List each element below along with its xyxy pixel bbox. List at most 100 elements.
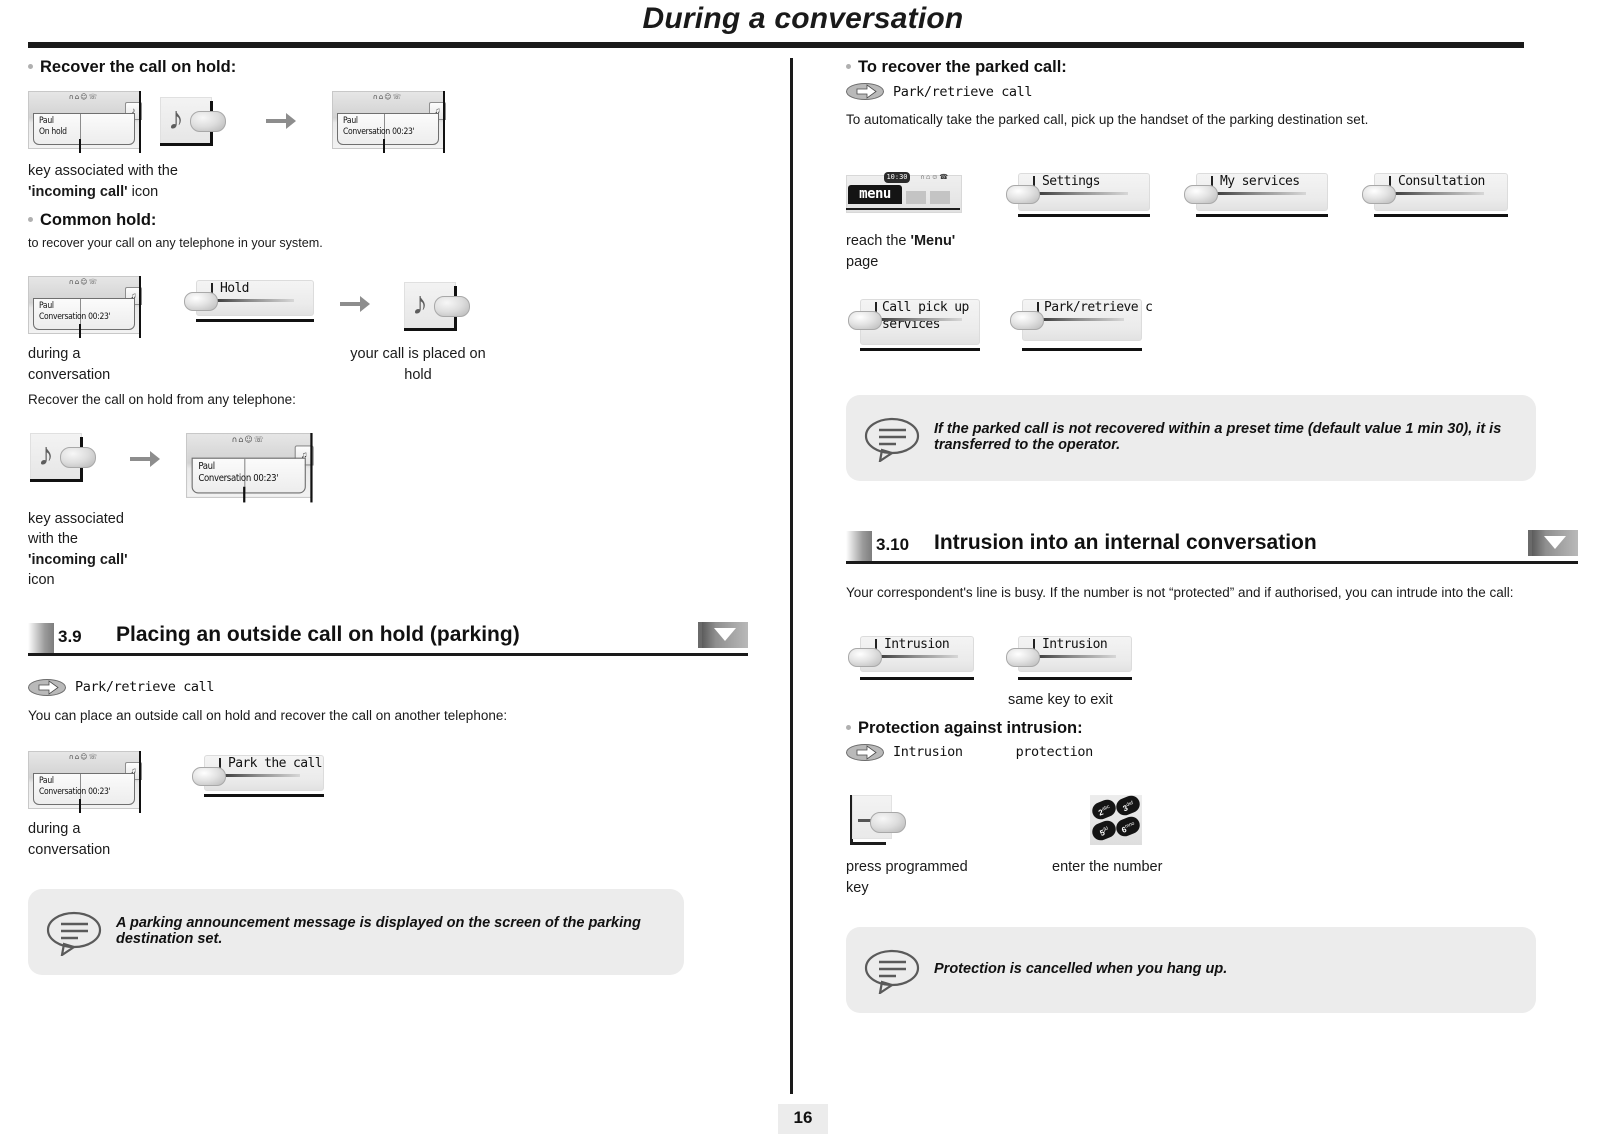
recover-any-telephone-flow: ♪ ∩⌂☺☏ ♫ Paul Conversation 00:23' [28,432,788,503]
key-knob [60,446,96,468]
recover-hold-flow: ∩⌂☺☏ ♪ Paul On hold ♪ ∩⌂☺☏ ♫ Paul Conver… [28,91,788,153]
softkey-knob [192,766,226,786]
softkey-intrusion-1[interactable]: Intrusion [848,635,976,680]
keypad-key-3: 3def [1113,792,1143,818]
feature-code-label: Park/retrieve call [893,83,1033,100]
heading-label: Protection against intrusion: [858,718,1083,737]
keypad-icon[interactable]: 2abc 3def 5jkl 6mno [1089,792,1143,845]
softkey-shadow [860,676,974,680]
right-column: To recover the parked call: Park/retriev… [846,58,1578,1013]
softkey-label: Intrusion [1042,636,1108,652]
screen-stem [79,323,81,338]
screen-line-2: Conversation 00:23' [343,127,415,137]
caption-recover-hold: key associated with the 'incoming call' … [28,161,788,203]
caption-line-4: icon [28,572,55,589]
note-parking-announcement: A parking announcement message is displa… [28,888,684,975]
phone-screen-conversation-2: ∩⌂☺☏ ♫ Paul Conversation 00:23' [28,275,146,338]
caption-line-2: page [846,253,879,270]
section-tab [846,530,872,561]
manual-page: During a conversation Recover the call o… [0,0,1606,1138]
phone-screen-conversation: ∩⌂☺☏ ♫ Paul Conversation 00:23' [332,91,450,153]
softkey-leader [878,317,962,321]
keypad-key-6: 6mno [1113,813,1143,839]
screen-stem [79,139,81,153]
softkey-shadow [1018,213,1150,217]
caption-enter-the-number: enter the number [1052,858,1163,875]
feature-code-label-2: protection [1015,744,1094,761]
bullet-dot-icon [28,64,33,69]
arrow-icon [128,445,162,473]
softkey-park-retrieve-call[interactable]: Park/retrieve c [1010,298,1153,351]
key-shadow-bottom [30,478,82,482]
softkey-leader [214,298,294,302]
softkey-label: Park/retrieve c [1044,299,1153,315]
chevron-down-icon[interactable] [1528,529,1578,556]
softkey-call-pick-up-services[interactable]: Call pick up services [848,298,984,351]
softkey-leader [1036,191,1128,195]
softkey-my-services[interactable]: My services [1184,172,1332,217]
incoming-call-key-icon[interactable]: ♪ [160,97,226,149]
screen-line-2: Conversation 00:23' [39,311,111,322]
note-text: If the parked call is not recovered with… [934,420,1502,453]
caption-line-1: key associated [28,510,124,527]
softkey-shadow [1196,213,1328,217]
caption-press-programmed-key: press programmed key [846,858,968,896]
caption-during-conversation: during a conversation [28,345,111,383]
softkey-knob [848,310,882,330]
softkey-knob [1010,310,1044,330]
section-number: 3.9 [58,626,82,646]
menu-softkey-row: 10:30 ∩⌂☺☎ menu Settings My services Con… [846,171,1578,217]
softkey-knob [1362,184,1396,204]
caption-during-conversation-2: during a conversation [28,820,111,858]
phone-screen-conversation-3: ∩⌂☺☏ ♫ Paul Conversation 00:23' [186,432,318,503]
note-speech-bubble-icon [46,911,102,956]
bullet-dot-icon [28,217,33,223]
softkey-label: Call pick up [882,299,969,315]
arrow-icon [264,107,298,135]
heading-label: To recover the parked call: [858,58,1067,76]
feature-code-label-1: Intrusion [893,744,963,761]
screen-status-icons: ∩⌂☺☏ [68,93,99,101]
softkey-leader [878,654,958,658]
programmed-key-icon[interactable] [846,794,912,849]
incoming-call-key-icon-3[interactable]: ♪ [30,432,96,485]
screen-edge [310,432,313,503]
caption-line-2: with the [28,531,78,548]
softkey-intrusion-2[interactable]: Intrusion [1006,635,1134,680]
screen-panel: Paul Conversation 00:23' [33,772,135,805]
oval-arrow-icon [846,83,884,100]
softkey-settings[interactable]: Settings [1006,172,1154,217]
clock-display: 10:30 [884,171,910,183]
softkey-leader [1036,654,1116,658]
common-hold-subtext: to recover your call on any telephone in… [28,236,323,251]
section-39-intro: You can place an outside call on hold an… [28,707,508,723]
incoming-call-key-icon-2[interactable]: ♪ [404,281,470,334]
softkey-consultation[interactable]: Consultation [1362,172,1512,217]
softkey-hold[interactable]: Hold [184,279,316,322]
chevron-down-icon[interactable] [698,621,748,648]
screen-base [846,207,960,210]
screen-edge [139,91,141,153]
keypad-key-5: 5jkl [1089,817,1119,843]
screen-line-2: Conversation 00:23' [198,472,279,485]
softkey-label: Park the call [228,755,323,771]
music-note-icon: ♪ [168,100,184,136]
bullet-dot-icon [846,724,851,730]
music-note-icon: ♪ [412,284,428,321]
screen-line-1: Paul [39,775,54,786]
key-knob [190,111,226,132]
protection-captions: press programmed key enter the number [846,857,1578,901]
screen-status-icons: ∩⌂☺☏ [68,277,99,286]
key-knob [434,295,470,317]
key-shadow-bottom [160,143,212,146]
caption-line-1: reach the [846,232,911,249]
phone-screen-menu: 10:30 ∩⌂☺☎ menu [846,171,962,215]
screen-line-1: Paul [39,116,54,126]
heading-label: Common hold: [40,211,157,230]
key-shadow-bottom [404,327,456,331]
softkey-shadow [860,347,980,351]
screen-edge [443,91,445,153]
note-speech-bubble-icon [864,949,920,994]
keypad-key-2: 2abc [1089,796,1119,822]
softkey-park-the-call[interactable]: Park the call [192,754,332,797]
